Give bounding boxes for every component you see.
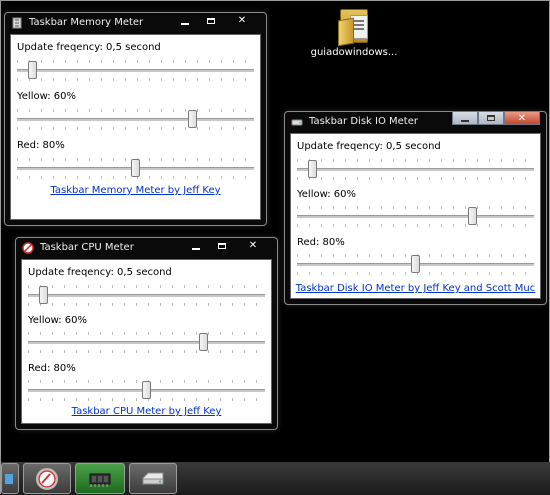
memory-window-title: Taskbar Memory Meter	[29, 17, 144, 28]
close-button[interactable]: ✕	[235, 238, 271, 253]
update-frequency-slider[interactable]	[17, 59, 254, 81]
minimize-icon	[461, 120, 469, 122]
cpu-window-title: Taskbar CPU Meter	[40, 242, 134, 253]
close-icon: ✕	[517, 112, 527, 124]
taskbar	[1, 462, 550, 495]
cpu-client-area: Update freqency: 0,5 second Yellow: 60% …	[21, 259, 272, 424]
memory-meter-window: Taskbar Memory Meter ✕ Update freqency: …	[4, 12, 267, 226]
taskbar-button-disk-meter[interactable]	[129, 463, 177, 494]
disk-titlebar[interactable]: Taskbar Disk IO Meter ✕	[285, 111, 546, 132]
red-threshold-slider[interactable]	[297, 253, 534, 275]
maximize-button[interactable]	[198, 13, 224, 28]
slider-thumb[interactable]	[142, 381, 151, 399]
minimize-button[interactable]	[172, 13, 198, 28]
yellow-threshold-slider[interactable]	[28, 331, 265, 353]
slider-thumb[interactable]	[308, 160, 317, 178]
maximize-button[interactable]	[478, 111, 504, 125]
cpu-titlebar[interactable]: Taskbar CPU Meter ✕	[16, 238, 277, 258]
taskbar-button-cpu-meter[interactable]	[23, 463, 71, 494]
folder-icon	[338, 5, 370, 47]
maximize-icon	[218, 242, 226, 249]
maximize-button[interactable]	[209, 238, 235, 253]
minimize-button[interactable]	[452, 111, 478, 125]
disk-client-area: Update freqency: 0,5 second Yellow: 60% …	[290, 133, 541, 299]
update-frequency-label: Update freqency: 0,5 second	[297, 141, 441, 152]
disk-drive-icon	[142, 472, 164, 484]
disk-window-title: Taskbar Disk IO Meter	[309, 116, 418, 127]
update-frequency-label: Update freqency: 0,5 second	[17, 42, 161, 53]
minimize-icon	[192, 247, 200, 250]
disk-io-meter-link[interactable]: Taskbar Disk IO Meter by Jeff Key and Sc…	[291, 283, 540, 294]
desktop-folder-label: guiadowindows...	[310, 47, 398, 58]
update-frequency-slider[interactable]	[28, 284, 265, 306]
minimize-icon	[181, 22, 189, 25]
memory-titlebar[interactable]: Taskbar Memory Meter ✕	[5, 13, 266, 33]
memory-meter-link[interactable]: Taskbar Memory Meter by Jeff Key	[11, 185, 260, 196]
cpu-meter-icon	[36, 467, 58, 490]
cpu-meter-link[interactable]: Taskbar CPU Meter by Jeff Key	[22, 406, 271, 417]
maximize-icon	[207, 17, 215, 24]
slider-thumb[interactable]	[28, 61, 37, 79]
slider-thumb[interactable]	[199, 333, 208, 351]
cpu-meter-window: Taskbar CPU Meter ✕ Update freqency: 0,5…	[15, 237, 278, 430]
yellow-threshold-slider[interactable]	[17, 108, 254, 130]
red-threshold-slider[interactable]	[28, 379, 265, 401]
taskbar-button-memory-meter[interactable]	[75, 463, 125, 494]
cpu-meter-icon	[22, 242, 34, 254]
disk-io-meter-window: Taskbar Disk IO Meter ✕ Update freqency:…	[284, 111, 547, 305]
maximize-icon	[487, 115, 495, 121]
close-button[interactable]: ✕	[504, 111, 540, 125]
desktop: guiadowindows... Taskbar Memory Meter ✕ …	[0, 0, 550, 495]
minimize-button[interactable]	[183, 238, 209, 253]
slider-thumb[interactable]	[188, 110, 197, 128]
yellow-threshold-slider[interactable]	[297, 205, 534, 227]
slider-thumb[interactable]	[411, 255, 420, 273]
memory-chip-icon	[12, 17, 22, 29]
memory-chip-icon	[89, 473, 111, 487]
slider-thumb[interactable]	[131, 159, 140, 177]
desktop-folder-shortcut[interactable]: guiadowindows...	[309, 5, 399, 58]
update-frequency-slider[interactable]	[297, 158, 534, 180]
disk-drive-icon	[291, 119, 303, 126]
close-button[interactable]: ✕	[224, 13, 260, 28]
red-threshold-slider[interactable]	[17, 157, 254, 179]
slider-thumb[interactable]	[39, 286, 48, 304]
partial-app-icon	[5, 473, 13, 484]
yellow-threshold-label: Yellow: 60%	[28, 315, 88, 326]
close-icon: ✕	[237, 15, 247, 26]
slider-thumb[interactable]	[468, 207, 477, 225]
yellow-threshold-label: Yellow: 60%	[17, 91, 77, 102]
red-threshold-label: Red: 80%	[28, 363, 76, 374]
red-threshold-label: Red: 80%	[297, 237, 345, 248]
close-icon: ✕	[248, 240, 258, 251]
memory-client-area: Update freqency: 0,5 second Yellow: 60% …	[10, 34, 261, 220]
red-threshold-label: Red: 80%	[17, 140, 65, 151]
update-frequency-label: Update freqency: 0,5 second	[28, 267, 172, 278]
yellow-threshold-label: Yellow: 60%	[297, 189, 357, 200]
taskbar-button-partial[interactable]	[1, 463, 19, 494]
